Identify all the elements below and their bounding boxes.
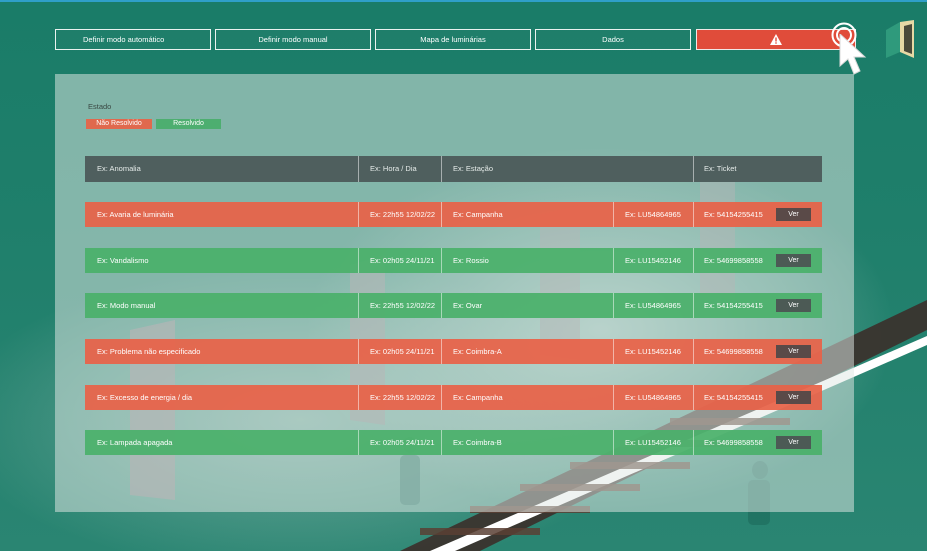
luminaire-map-label: Mapa de luminárias xyxy=(420,35,486,44)
auto-mode-button[interactable]: Definir modo automático xyxy=(55,29,211,50)
column-divider xyxy=(693,430,694,455)
table-row: Ex: Avaria de luminária Ex: 22h55 12/02/2… xyxy=(85,202,822,227)
luminaire-cell: Ex: LU15452146 xyxy=(625,256,681,265)
column-divider xyxy=(358,202,359,227)
table-row: Ex: Vandalismo Ex: 02h05 24/11/21 Ex: Ross… xyxy=(85,248,822,273)
luminaire-map-button[interactable]: Mapa de luminárias xyxy=(375,29,531,50)
luminaire-cell: Ex: LU54864965 xyxy=(625,393,681,402)
header-ticket: Ex: Ticket xyxy=(704,164,737,173)
data-button[interactable]: Dados xyxy=(535,29,691,50)
table-row: Ex: Excesso de energia / dia Ex: 22h55 12… xyxy=(85,385,822,410)
header-time-date: Ex: Hora / Dia xyxy=(370,164,417,173)
time-date-cell: Ex: 22h55 12/02/22 xyxy=(370,210,436,219)
view-button[interactable]: Ver xyxy=(776,391,811,404)
auto-mode-label: Definir modo automático xyxy=(83,35,165,44)
anomaly-cell: Ex: Vandalismo xyxy=(97,256,149,265)
column-divider xyxy=(358,430,359,455)
column-divider xyxy=(693,293,694,318)
manual-mode-label: Definir modo manual xyxy=(258,35,328,44)
anomaly-cell: Ex: Problema não especificado xyxy=(97,347,201,356)
station-cell: Ex: Coimbra-A xyxy=(453,347,502,356)
view-button[interactable]: Ver xyxy=(776,208,811,221)
view-button[interactable]: Ver xyxy=(776,345,811,358)
column-divider xyxy=(613,430,614,455)
unresolved-filter-chip[interactable]: Não Resolvido xyxy=(86,119,152,129)
column-divider xyxy=(613,248,614,273)
column-divider xyxy=(613,339,614,364)
luminaire-cell: Ex: LU15452146 xyxy=(625,347,681,356)
time-date-cell: Ex: 02h05 24/11/21 xyxy=(370,256,435,265)
manual-mode-button[interactable]: Definir modo manual xyxy=(215,29,371,50)
anomaly-cell: Ex: Avaria de luminária xyxy=(97,210,174,219)
status-legend-title: Estado xyxy=(88,102,112,111)
lamp-logo-icon xyxy=(884,18,916,65)
column-divider xyxy=(693,339,694,364)
column-divider xyxy=(613,202,614,227)
ticket-cell: Ex: 54154255415 xyxy=(704,393,763,402)
column-divider xyxy=(358,248,359,273)
table-row: Ex: Modo manual Ex: 22h55 12/02/22 Ex: Ova… xyxy=(85,293,822,318)
data-label: Dados xyxy=(602,35,624,44)
time-date-cell: Ex: 02h05 24/11/21 xyxy=(370,347,435,356)
column-divider xyxy=(613,293,614,318)
table-header: Ex: Anomalia Ex: Hora / Dia Ex: Estação … xyxy=(85,156,822,182)
time-date-cell: Ex: 22h55 12/02/22 xyxy=(370,393,436,402)
time-date-cell: Ex: 02h05 24/11/21 xyxy=(370,438,435,447)
time-date-cell: Ex: 22h55 12/02/22 xyxy=(370,301,436,310)
station-cell: Ex: Coimbra-B xyxy=(453,438,502,447)
anomalies-panel: Estado Não Resolvido Resolvido Ex: Anoma… xyxy=(55,74,854,512)
anomaly-cell: Ex: Lampada apagada xyxy=(97,438,173,447)
ticket-cell: Ex: 54699858558 xyxy=(704,256,763,265)
ticket-cell: Ex: 54154255415 xyxy=(704,210,763,219)
column-divider xyxy=(441,385,442,410)
table-row: Ex: Lampada apagada Ex: 02h05 24/11/21 Ex:… xyxy=(85,430,822,455)
column-divider xyxy=(693,156,694,182)
column-divider xyxy=(358,385,359,410)
column-divider xyxy=(693,385,694,410)
header-anomaly: Ex: Anomalia xyxy=(97,164,141,173)
column-divider xyxy=(358,339,359,364)
station-cell: Ex: Campanha xyxy=(453,210,503,219)
station-cell: Ex: Campanha xyxy=(453,393,503,402)
column-divider xyxy=(613,385,614,410)
resolved-filter-chip[interactable]: Resolvido xyxy=(156,119,221,129)
station-cell: Ex: Ovar xyxy=(453,301,483,310)
luminaire-cell: Ex: LU15452146 xyxy=(625,438,681,447)
column-divider xyxy=(441,430,442,455)
column-divider xyxy=(441,156,442,182)
view-button[interactable]: Ver xyxy=(776,254,811,267)
ticket-cell: Ex: 54154255415 xyxy=(704,301,763,310)
ticket-cell: Ex: 54699858558 xyxy=(704,347,763,356)
column-divider xyxy=(441,248,442,273)
view-button[interactable]: Ver xyxy=(776,299,811,312)
column-divider xyxy=(358,293,359,318)
column-divider xyxy=(441,339,442,364)
anomaly-cell: Ex: Modo manual xyxy=(97,301,156,310)
anomaly-cell: Ex: Excesso de energia / dia xyxy=(97,393,193,402)
luminaire-cell: Ex: LU54864965 xyxy=(625,301,681,310)
top-navigation: Definir modo automático Definir modo man… xyxy=(55,29,856,50)
column-divider xyxy=(441,293,442,318)
header-station: Ex: Estação xyxy=(453,164,494,173)
column-divider xyxy=(358,156,359,182)
view-button[interactable]: Ver xyxy=(776,436,811,449)
column-divider xyxy=(441,202,442,227)
table-row: Ex: Problema não especificado Ex: 02h05 2… xyxy=(85,339,822,364)
luminaire-cell: Ex: LU54864965 xyxy=(625,210,681,219)
station-cell: Ex: Rossio xyxy=(453,256,489,265)
top-accent-line xyxy=(0,0,927,2)
ticket-cell: Ex: 54699858558 xyxy=(704,438,763,447)
column-divider xyxy=(693,248,694,273)
column-divider xyxy=(693,202,694,227)
